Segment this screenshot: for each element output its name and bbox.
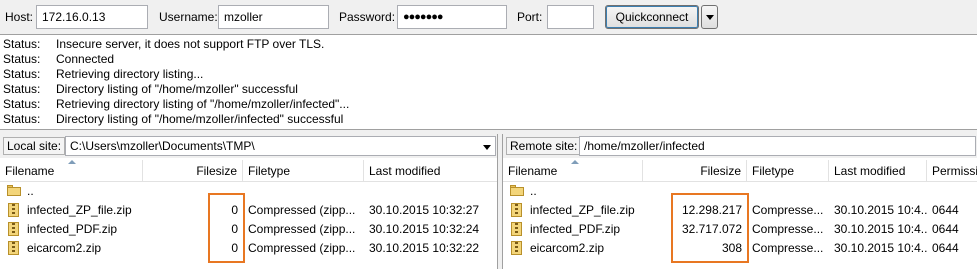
- file-type: Compressed (zipp...: [248, 203, 356, 217]
- remote-site-label: Remote site:: [506, 137, 582, 155]
- local-col-modified[interactable]: Last modified: [364, 160, 497, 182]
- folder-icon: [510, 185, 524, 196]
- file-modified: 30.10.2015 10:4...: [834, 222, 927, 236]
- file-modified: 30.10.2015 10:4...: [834, 203, 927, 217]
- file-type: Compresse...: [752, 241, 824, 255]
- remote-col-permissions[interactable]: Permissi: [927, 160, 977, 182]
- zip-file-icon: [8, 222, 19, 236]
- remote-col-modified[interactable]: Last modified: [829, 160, 927, 182]
- log-line: Status: Retrieving directory listing of "…: [3, 97, 350, 111]
- remote-col-filename[interactable]: Filename: [503, 160, 643, 182]
- remote-site-bar: Remote site: /home/mzoller/infected: [503, 134, 977, 158]
- file-modified: 30.10.2015 10:4...: [834, 241, 927, 255]
- zip-file-icon: [8, 241, 19, 255]
- remote-col-filesize[interactable]: Filesize: [643, 160, 747, 182]
- local-file-row[interactable]: infected_ZP_file.zip 0 Compressed (zipp.…: [0, 201, 497, 220]
- local-site-label: Local site:: [3, 137, 66, 155]
- file-modified: 30.10.2015 10:32:22: [369, 241, 480, 255]
- quickconnect-bar: Host: 172.16.0.13 Username: mzoller Pass…: [0, 0, 977, 34]
- file-modified: 30.10.2015 10:32:27: [369, 203, 480, 217]
- file-type: Compresse...: [752, 222, 824, 236]
- local-pane: Local site: C:\Users\mzoller\Documents\T…: [0, 134, 498, 269]
- folder-icon: [7, 185, 21, 196]
- filesize-highlight-box: [671, 193, 749, 263]
- file-type: Compresse...: [752, 203, 824, 217]
- remote-column-header: Filename Filesize Filetype Last modified…: [503, 160, 977, 182]
- chevron-down-icon[interactable]: [483, 145, 491, 150]
- file-permissions: 0644: [932, 203, 959, 217]
- file-name: eicarcom2.zip: [530, 241, 605, 255]
- file-type: Compressed (zipp...: [248, 222, 356, 236]
- file-permissions: 0644: [932, 222, 959, 236]
- local-parent-row[interactable]: ..: [0, 182, 497, 201]
- port-label: Port:: [517, 10, 543, 24]
- zip-file-icon: [511, 222, 522, 236]
- log-line: Status: Insecure server, it does not supp…: [3, 37, 325, 51]
- remote-path-input[interactable]: /home/mzoller/infected: [579, 136, 976, 156]
- username-input[interactable]: mzoller: [218, 5, 329, 29]
- quickconnect-button[interactable]: Quickconnect: [605, 5, 699, 29]
- local-col-filetype[interactable]: Filetype: [243, 160, 364, 182]
- host-label: Host:: [5, 10, 34, 24]
- remote-pane: Remote site: /home/mzoller/infected File…: [502, 134, 977, 269]
- log-line: Status: Connected: [3, 52, 115, 66]
- local-file-row[interactable]: infected_PDF.zip 0 Compressed (zipp... 3…: [0, 220, 497, 239]
- quickconnect-history-dropdown[interactable]: [701, 5, 718, 29]
- chevron-down-icon: [706, 15, 714, 20]
- port-input[interactable]: [547, 5, 594, 29]
- file-name: eicarcom2.zip: [27, 241, 102, 255]
- local-col-filename[interactable]: Filename: [0, 160, 143, 182]
- local-file-row[interactable]: eicarcom2.zip 0 Compressed (zipp... 30.1…: [0, 239, 497, 258]
- filesize-highlight-box: [208, 193, 245, 263]
- file-name: infected_ZP_file.zip: [27, 203, 132, 217]
- host-input[interactable]: 172.16.0.13: [36, 5, 148, 29]
- log-line: Status: Directory listing of "/home/mzoll…: [3, 82, 298, 96]
- message-log[interactable]: Status: Insecure server, it does not supp…: [0, 34, 977, 130]
- file-modified: 30.10.2015 10:32:24: [369, 222, 480, 236]
- local-site-bar: Local site: C:\Users\mzoller\Documents\T…: [0, 134, 497, 158]
- zip-file-icon: [511, 203, 522, 217]
- local-path-input[interactable]: C:\Users\mzoller\Documents\TMP\: [65, 136, 496, 156]
- file-name: infected_PDF.zip: [530, 222, 621, 236]
- username-label: Username:: [159, 10, 218, 24]
- local-col-filesize[interactable]: Filesize: [143, 160, 243, 182]
- zip-file-icon: [8, 203, 19, 217]
- remote-col-filetype[interactable]: Filetype: [747, 160, 829, 182]
- password-input[interactable]: ●●●●●●●: [397, 5, 507, 29]
- log-line: Status: Retrieving directory listing...: [3, 67, 204, 81]
- local-column-header: Filename Filesize Filetype Last modified: [0, 160, 497, 182]
- zip-file-icon: [511, 241, 522, 255]
- password-label: Password:: [339, 10, 396, 24]
- log-line: Status: Directory listing of "/home/mzoll…: [3, 112, 344, 126]
- file-type: Compressed (zipp...: [248, 241, 356, 255]
- file-permissions: 0644: [932, 241, 959, 255]
- file-name: infected_PDF.zip: [27, 222, 118, 236]
- local-path-text: C:\Users\mzoller\Documents\TMP\: [70, 139, 255, 153]
- file-name: infected_ZP_file.zip: [530, 203, 635, 217]
